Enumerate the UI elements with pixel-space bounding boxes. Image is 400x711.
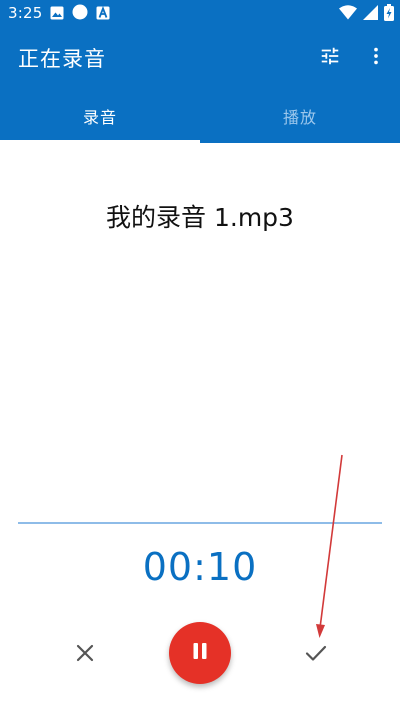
more-options-button[interactable]	[362, 44, 390, 72]
tune-icon	[319, 45, 341, 71]
check-icon	[305, 644, 327, 666]
pause-button[interactable]	[169, 622, 231, 684]
close-icon	[75, 643, 95, 667]
waveform-line	[18, 522, 382, 524]
status-right-icons	[339, 3, 394, 25]
pause-icon	[191, 641, 209, 665]
tab-record-label: 录音	[82, 107, 117, 127]
tab-record[interactable]: 录音	[0, 88, 200, 143]
circle-icon	[72, 4, 88, 24]
tab-play[interactable]: 播放	[200, 88, 400, 143]
app-bar: 正在录音	[0, 28, 400, 88]
font-icon	[96, 5, 110, 24]
status-left-icons	[50, 4, 110, 24]
signal-icon	[363, 4, 378, 24]
wifi-icon	[339, 4, 357, 24]
image-icon	[50, 5, 64, 24]
tune-button[interactable]	[316, 44, 344, 72]
recording-file-name: 我的录音 1.mp3	[106, 203, 294, 232]
tab-play-label: 播放	[282, 107, 317, 127]
status-bar: 3:25	[0, 0, 400, 28]
tab-indicator	[0, 140, 200, 143]
page-title: 正在录音	[18, 47, 106, 71]
battery-charging-icon	[384, 3, 394, 25]
tab-bar: 录音 播放	[0, 88, 400, 143]
confirm-button[interactable]	[301, 640, 331, 670]
status-time: 3:25	[8, 4, 43, 22]
cancel-button[interactable]	[70, 640, 100, 670]
recorder-screen: 3:25 正在录音 录音 播放 我的录音 1.mp3 00:10	[0, 0, 400, 711]
elapsed-timer: 00:10	[142, 545, 258, 589]
more-vert-icon	[365, 45, 387, 71]
